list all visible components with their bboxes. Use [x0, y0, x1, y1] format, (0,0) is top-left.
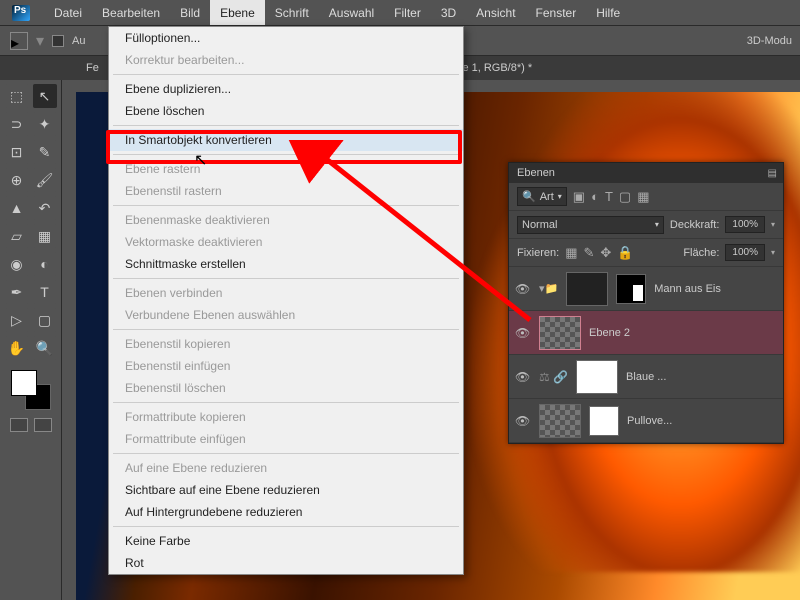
- shape-tool[interactable]: ▢: [33, 308, 57, 332]
- dodge-tool[interactable]: ◐: [33, 252, 57, 276]
- crop-tool[interactable]: ⊡: [5, 140, 29, 164]
- menu-item: Ebenenstil einfügen: [109, 355, 463, 377]
- filter-adjust-icon[interactable]: ◐: [591, 189, 599, 204]
- screenmode-icon[interactable]: [34, 418, 52, 432]
- menu-item: Korrektur bearbeiten...: [109, 49, 463, 71]
- annotation-arrow: [270, 140, 550, 340]
- tools-panel: ⬚ ↖ ⊃ ✦ ⊡ ✎ ⊕ 🖌 ▲ ↶ ▱ ▦ ◉ ◐ ✒ T ▷ ▢ ✋ 🔍: [0, 80, 62, 600]
- layer-name[interactable]: Ebene 2: [589, 327, 630, 339]
- layer-list: 👁▾📁Mann aus Eis👁Ebene 2👁⚖ 🔗Blaue ...👁Pul…: [509, 267, 783, 443]
- layer-name[interactable]: Pullove...: [627, 415, 672, 427]
- panel-menu-icon[interactable]: ▤: [768, 168, 777, 179]
- layer-thumb[interactable]: [539, 404, 581, 438]
- pen-tool[interactable]: ✒: [5, 280, 29, 304]
- tool-preset-icon[interactable]: ▸: [10, 32, 28, 50]
- menu-ansicht[interactable]: Ansicht: [466, 0, 525, 25]
- cursor-icon: ↖: [194, 150, 207, 170]
- menu-ebene[interactable]: Ebene: [210, 0, 265, 25]
- eyedropper-tool[interactable]: ✎: [33, 140, 57, 164]
- stamp-tool[interactable]: ▲: [5, 196, 29, 220]
- history-brush[interactable]: ↶: [33, 196, 57, 220]
- path-tool[interactable]: ▷: [5, 308, 29, 332]
- filter-smart-icon[interactable]: ▦: [637, 189, 649, 205]
- filter-shape-icon[interactable]: ▢: [619, 189, 631, 205]
- menu-hilfe[interactable]: Hilfe: [586, 0, 630, 25]
- menu-schrift[interactable]: Schrift: [265, 0, 319, 25]
- filter-image-icon[interactable]: ▣: [573, 189, 585, 205]
- tab-left[interactable]: Fe: [76, 62, 109, 74]
- lock-all-icon[interactable]: 🔒: [617, 245, 633, 261]
- quickmask-icon[interactable]: [10, 418, 28, 432]
- opacity-value[interactable]: 100%: [725, 216, 765, 233]
- layer-thumb[interactable]: [566, 272, 608, 306]
- mode-label: 3D-Modu: [747, 35, 792, 47]
- layer-row[interactable]: 👁 Pullove...: [509, 399, 783, 443]
- color-swatches[interactable]: [11, 370, 51, 410]
- layer-row[interactable]: 👁▾📁Mann aus Eis: [509, 267, 783, 311]
- menu-auswahl[interactable]: Auswahl: [319, 0, 384, 25]
- gradient-tool[interactable]: ▦: [33, 224, 57, 248]
- visibility-icon[interactable]: 👁: [515, 414, 531, 428]
- marquee-tool[interactable]: ⬚: [5, 84, 29, 108]
- menu-fenster[interactable]: Fenster: [526, 0, 587, 25]
- menu-bild[interactable]: Bild: [170, 0, 210, 25]
- layer-mask[interactable]: [616, 274, 646, 304]
- lock-move-icon[interactable]: ✥: [600, 245, 611, 261]
- layer-row[interactable]: 👁Ebene 2: [509, 311, 783, 355]
- menu-item: Formattribute kopieren: [109, 406, 463, 428]
- panel-tab[interactable]: Ebenen ▤: [509, 163, 783, 183]
- option-label: Au: [72, 35, 85, 47]
- layer-name[interactable]: Mann aus Eis: [654, 283, 721, 295]
- fill-label: Fläche:: [683, 247, 719, 259]
- lock-paint-icon[interactable]: ✎: [583, 245, 594, 261]
- checkbox[interactable]: [52, 35, 64, 47]
- app-logo: [12, 5, 30, 21]
- lasso-tool[interactable]: ⊃: [5, 112, 29, 136]
- menu-item[interactable]: Ebene duplizieren...: [109, 78, 463, 100]
- menu-item[interactable]: Keine Farbe: [109, 530, 463, 552]
- menu-bar: DateiBearbeitenBildEbeneSchriftAuswahlFi…: [0, 0, 800, 26]
- menu-bearbeiten[interactable]: Bearbeiten: [92, 0, 170, 25]
- layer-mask[interactable]: [589, 406, 619, 436]
- menu-item: Auf eine Ebene reduzieren: [109, 457, 463, 479]
- menu-filter[interactable]: Filter: [384, 0, 431, 25]
- fill-value[interactable]: 100%: [725, 244, 765, 261]
- wand-tool[interactable]: ✦: [33, 112, 57, 136]
- hand-tool[interactable]: ✋: [5, 336, 29, 360]
- blur-tool[interactable]: ◉: [5, 252, 29, 276]
- menu-datei[interactable]: Datei: [44, 0, 92, 25]
- menu-item[interactable]: Sichtbare auf eine Ebene reduzieren: [109, 479, 463, 501]
- menu-item[interactable]: Rot: [109, 552, 463, 574]
- menu-item[interactable]: Fülloptionen...: [109, 27, 463, 49]
- layer-thumb[interactable]: [576, 360, 618, 394]
- move-tool[interactable]: ↖: [33, 84, 57, 108]
- eraser-tool[interactable]: ▱: [5, 224, 29, 248]
- menu-item: Formattribute einfügen: [109, 428, 463, 450]
- zoom-tool[interactable]: 🔍: [33, 336, 57, 360]
- layer-row[interactable]: 👁⚖ 🔗Blaue ...: [509, 355, 783, 399]
- brush-tool[interactable]: 🖌: [33, 168, 57, 192]
- fg-color[interactable]: [11, 370, 37, 396]
- type-tool[interactable]: T: [33, 280, 57, 304]
- lock-pixels-icon[interactable]: ▦: [565, 245, 577, 261]
- heal-tool[interactable]: ⊕: [5, 168, 29, 192]
- menu-3d[interactable]: 3D: [431, 0, 466, 25]
- menu-item: Ebenenstil löschen: [109, 377, 463, 399]
- opacity-label: Deckkraft:: [670, 219, 720, 231]
- menu-item[interactable]: Ebene löschen: [109, 100, 463, 122]
- filter-type-icon[interactable]: T: [605, 189, 613, 204]
- layer-name[interactable]: Blaue ...: [626, 371, 666, 383]
- menu-item[interactable]: Auf Hintergrundebene reduzieren: [109, 501, 463, 523]
- visibility-icon[interactable]: 👁: [515, 370, 531, 384]
